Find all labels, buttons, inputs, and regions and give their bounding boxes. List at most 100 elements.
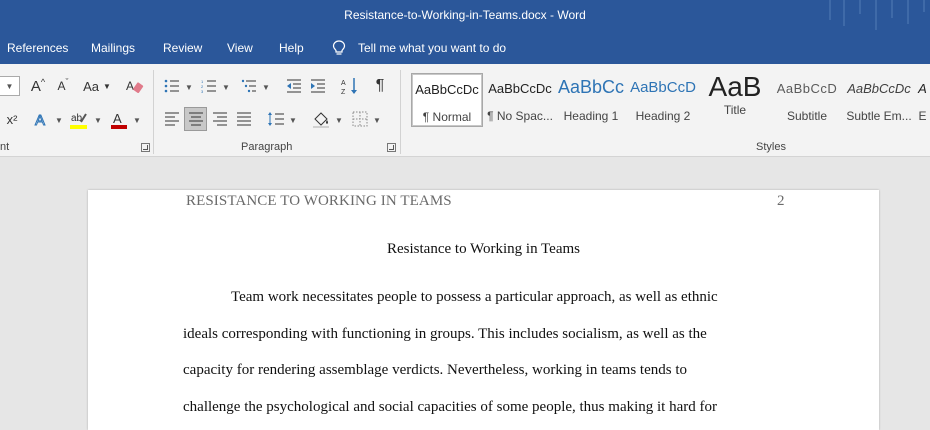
svg-text:A: A — [113, 111, 122, 126]
font-dialog-launcher[interactable] — [141, 143, 150, 152]
style-sample: AaBbCcDc — [488, 81, 552, 96]
grow-font-label: A — [30, 77, 41, 95]
style-name: Subtle Em... — [846, 109, 912, 123]
chevron-down-icon[interactable]: ▼ — [185, 83, 193, 92]
grow-font-button[interactable]: A ^ — [27, 76, 49, 96]
style-no-spacing[interactable]: AaBbCcDc ¶ No Spac... — [484, 73, 556, 127]
chevron-down-icon: ▼ — [102, 81, 111, 91]
increase-indent-button[interactable] — [308, 76, 328, 96]
text-effects-icon: A — [35, 112, 46, 128]
highlight-color-button[interactable]: ab — [68, 109, 90, 131]
font-size-dropdown[interactable]: ▼ — [0, 76, 20, 96]
chevron-down-icon[interactable]: ▼ — [373, 116, 381, 125]
change-case-button[interactable]: Aa ▼ — [80, 76, 114, 96]
sort-button[interactable]: AZ — [340, 76, 360, 96]
decrease-indent-button[interactable] — [284, 76, 304, 96]
justify-button[interactable] — [234, 108, 254, 130]
tab-review[interactable]: Review — [163, 41, 202, 55]
change-case-label: Aa — [83, 78, 99, 94]
tab-references[interactable]: References — [7, 41, 68, 55]
show-formatting-button[interactable]: ¶ — [370, 76, 390, 96]
align-left-icon — [165, 112, 179, 126]
chevron-down-icon[interactable]: ▼ — [289, 116, 297, 125]
style-name: Heading 2 — [635, 109, 691, 123]
tell-me-box[interactable]: Tell me what you want to do — [332, 40, 506, 56]
align-center-icon — [188, 112, 203, 126]
paragraph-group-label: Paragraph — [241, 141, 293, 153]
style-name: ¶ Normal — [422, 110, 472, 124]
superscript-button[interactable]: x² — [2, 109, 22, 129]
highlighter-icon: ab — [70, 113, 87, 129]
document-title: Resistance to Working in Teams — [387, 241, 580, 257]
borders-icon — [352, 111, 368, 127]
shrink-font-label: A — [57, 79, 66, 93]
decrease-indent-icon — [287, 79, 301, 93]
svg-text:Z: Z — [341, 89, 346, 95]
document-area[interactable]: RESISTANCE TO WORKING IN TEAMS 2 Resista… — [0, 157, 930, 430]
align-left-button[interactable] — [162, 108, 182, 130]
shading-button[interactable] — [310, 108, 332, 130]
superscript-label: x² — [6, 111, 18, 127]
svg-text:ab: ab — [71, 113, 83, 124]
style-title[interactable]: AaB Title — [699, 71, 771, 127]
title-bar-pattern — [829, 0, 925, 30]
document-page[interactable]: RESISTANCE TO WORKING IN TEAMS 2 Resista… — [88, 190, 879, 430]
align-center-button[interactable] — [184, 107, 207, 131]
bullet-list-icon — [164, 79, 179, 93]
justify-icon — [237, 112, 251, 126]
text-effects-button[interactable]: A — [32, 109, 52, 129]
style-heading-2[interactable]: AaBbCcD Heading 2 — [627, 73, 699, 127]
paragraph-dialog-launcher[interactable] — [387, 143, 396, 152]
lightbulb-icon — [332, 40, 346, 55]
clear-formatting-button[interactable]: A — [124, 76, 146, 96]
style-name: Heading 1 — [563, 109, 619, 123]
pilcrow-icon: ¶ — [375, 77, 385, 94]
group-divider — [400, 70, 401, 154]
align-right-icon — [213, 112, 227, 126]
chevron-down-icon[interactable]: ▼ — [262, 83, 270, 92]
multilevel-list-button[interactable] — [240, 76, 258, 96]
numbering-button[interactable]: 123 — [200, 76, 218, 96]
chevron-down-icon[interactable]: ▼ — [335, 116, 343, 125]
style-name: ¶ No Spac... — [487, 109, 553, 123]
borders-button[interactable] — [350, 108, 370, 130]
svg-text:A: A — [35, 112, 45, 127]
tab-help[interactable]: Help — [279, 41, 304, 55]
eraser-icon: A — [126, 79, 144, 93]
paint-bucket-icon — [313, 112, 329, 128]
align-right-button[interactable] — [210, 108, 230, 130]
title-bar: Resistance-to-Working-in-Teams.docx - Wo… — [0, 0, 930, 32]
style-subtitle[interactable]: AaBbCcD Subtitle — [771, 73, 843, 127]
chevron-down-icon[interactable]: ▼ — [94, 116, 102, 125]
style-sample: AaB — [708, 71, 762, 102]
chevron-down-icon[interactable]: ▼ — [222, 83, 230, 92]
style-name: E — [918, 109, 927, 123]
sort-icon: AZ — [341, 78, 357, 95]
tell-me-label: Tell me what you want to do — [358, 41, 507, 55]
body-line: capacity for rendering assemblage verdic… — [183, 362, 688, 378]
style-sample: AaBbCcD — [630, 79, 696, 96]
bullets-button[interactable] — [163, 76, 181, 96]
chevron-down-icon[interactable]: ▼ — [133, 116, 141, 125]
svg-text:3: 3 — [201, 89, 204, 93]
style-subtle-emphasis[interactable]: AaBbCcDc Subtle Em... — [843, 73, 915, 127]
font-group-label: nt — [0, 141, 10, 153]
chevron-down-icon[interactable]: ▼ — [55, 116, 63, 125]
font-color-button[interactable]: A — [108, 109, 130, 131]
shrink-font-button[interactable]: Aˇ — [53, 76, 73, 96]
window-title: Resistance-to-Working-in-Teams.docx - Wo… — [344, 8, 586, 22]
tab-mailings[interactable]: Mailings — [91, 41, 135, 55]
body-line: ideals corresponding with functioning in… — [183, 326, 707, 342]
ribbon-tabs: References Mailings Review View Help Tel… — [0, 32, 930, 64]
font-color-icon: A — [111, 111, 127, 129]
style-normal[interactable]: AaBbCcDc ¶ Normal — [411, 73, 483, 127]
line-spacing-button[interactable] — [266, 108, 286, 130]
page-number: 2 — [777, 193, 785, 209]
numbered-list-icon: 123 — [201, 79, 216, 93]
style-emphasis[interactable]: A E — [915, 73, 930, 127]
tab-view[interactable]: View — [227, 41, 253, 55]
grow-arrow-icon: ^ — [40, 77, 46, 87]
svg-text:A: A — [341, 80, 346, 87]
style-sample: AaBbCcDc — [415, 82, 479, 97]
style-heading-1[interactable]: AaBbCc Heading 1 — [555, 73, 627, 127]
